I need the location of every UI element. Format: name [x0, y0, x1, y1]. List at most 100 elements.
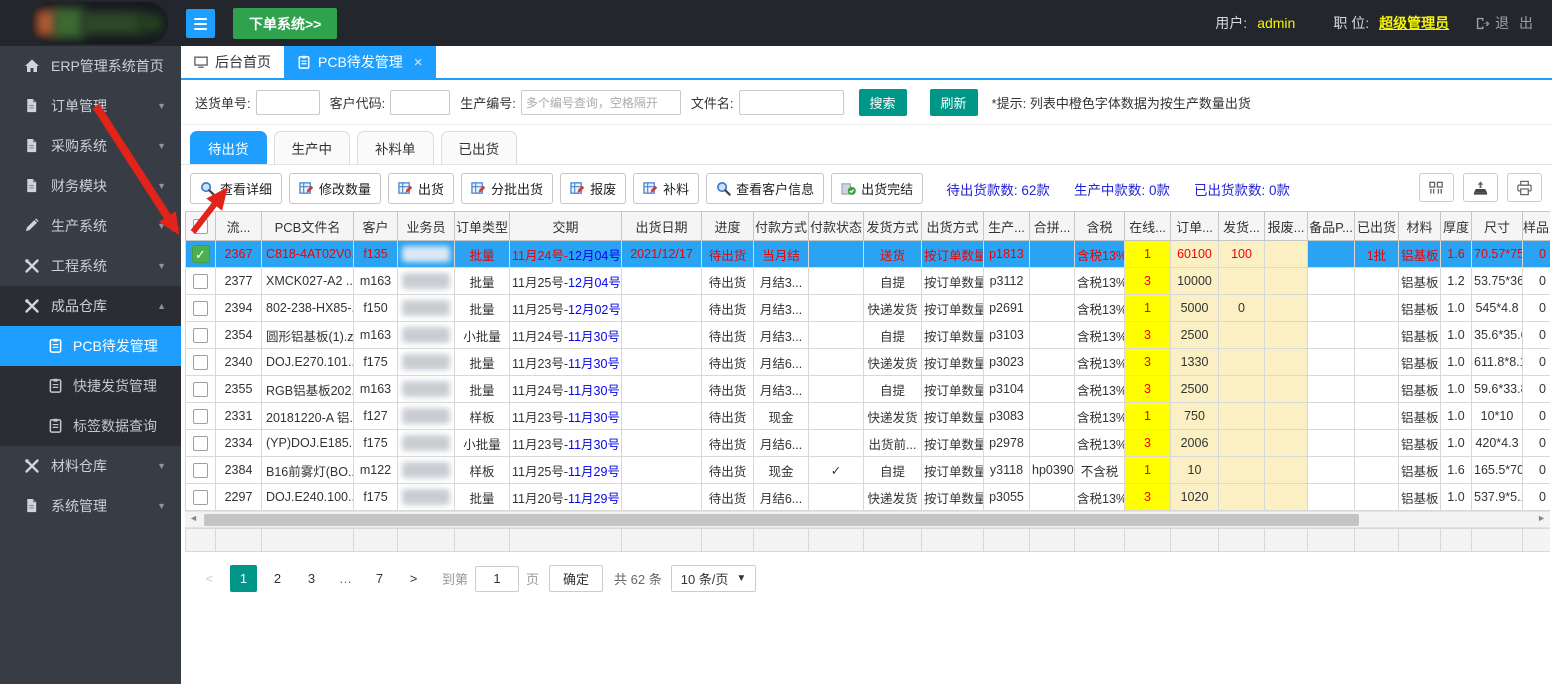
export-icon: [1472, 180, 1489, 196]
search-button[interactable]: 搜索: [858, 89, 907, 116]
toolbar-button-补料[interactable]: 补料: [633, 173, 700, 204]
cell-file: DOJ.E270.101...: [261, 348, 354, 376]
role-value[interactable]: 超级管理员: [1379, 13, 1449, 33]
table-row[interactable]: 2354圆形铝基板(1).zipm163 小批量11月24号-11月30号 待出货月…: [185, 321, 1550, 349]
row-checkbox[interactable]: [193, 408, 208, 424]
row-checkbox[interactable]: [193, 300, 208, 316]
row-checkbox[interactable]: [193, 327, 208, 343]
summary-cell: [808, 528, 864, 552]
tab-label: PCB待发管理: [318, 54, 403, 70]
filter-input-1[interactable]: [255, 90, 320, 115]
table-row[interactable]: 2384 B16前雾灯(BO... m122 样板 11月25号-11月29号 待出货 现金…: [185, 456, 1550, 484]
sidebar-item-采购系统[interactable]: 采购系统 ▼: [0, 126, 181, 166]
toolbar-button-出货完结[interactable]: 出货完结: [831, 173, 924, 204]
refresh-button[interactable]: 刷新: [929, 89, 978, 116]
page-button-7[interactable]: 7: [366, 565, 393, 592]
sidebar-item-系统管理[interactable]: 系统管理 ▼: [0, 486, 181, 526]
cell-pay_status: [808, 429, 864, 457]
next-page-button[interactable]: >: [400, 565, 427, 592]
home-icon: [24, 58, 40, 74]
table-row[interactable]: 2355 RGB铝基板202... m163 批量 11月24号-11月30号 待出货 月结…: [185, 375, 1550, 403]
table-row[interactable]: 2377 XMCK027-A2 ... m163 批量 11月25号-12月04号 待出货…: [185, 267, 1550, 295]
summary-cell: [1029, 528, 1075, 552]
cell-shipped: [1354, 375, 1399, 403]
cell-customer: f150: [353, 294, 398, 322]
order-system-button[interactable]: 下单系统>>: [233, 8, 338, 39]
row-checkbox[interactable]: [193, 435, 208, 451]
toolbar-button-报废[interactable]: 报废: [560, 173, 627, 204]
page-button-3[interactable]: 3: [298, 565, 325, 592]
row-checkbox[interactable]: [193, 273, 208, 289]
button-label: 报废: [590, 182, 617, 197]
toolbar-button-出货[interactable]: 出货: [388, 173, 455, 204]
sidebar-item-工程系统[interactable]: 工程系统 ▼: [0, 246, 181, 286]
sidebar-item-快捷发货管理[interactable]: 快捷发货管理: [0, 366, 181, 406]
table-row[interactable]: 2340 DOJ.E270.101... f175 批量 11月23号-11月30号 待出…: [185, 348, 1550, 376]
row-checkbox[interactable]: [193, 489, 208, 505]
tab-pcb-shipping[interactable]: PCB待发管理 ×: [284, 46, 436, 78]
filter-input-3[interactable]: [520, 90, 681, 115]
table-row[interactable]: 2334 (YP)DOJ.E185... f175 小批量 11月23号-11月30号 待…: [185, 429, 1550, 457]
filter-input-2[interactable]: [390, 90, 451, 115]
scroll-left-arrow[interactable]: ◄: [189, 513, 198, 523]
toolbar-button-查看详细[interactable]: 查看详细: [190, 173, 283, 204]
select-all-checkbox[interactable]: [193, 218, 208, 234]
sidebar-item-生产系统[interactable]: 生产系统 ▼: [0, 206, 181, 246]
page-button-2[interactable]: 2: [264, 565, 291, 592]
main-content: 后台首页 PCB待发管理 × 送货单号: 客户代码: 生产编号: 文件名: 搜索 刷新…: [181, 46, 1552, 684]
columns-button[interactable]: [1419, 173, 1454, 202]
row-checkbox[interactable]: [193, 354, 208, 370]
scroll-right-arrow[interactable]: ►: [1537, 513, 1546, 523]
cell-prod: p3103: [983, 321, 1030, 349]
summary-row: [185, 528, 1550, 552]
subtab-待出货[interactable]: 待出货: [190, 131, 267, 164]
sidebar-item-ERP管理系统首页[interactable]: ERP管理系统首页: [0, 46, 181, 86]
sidebar-item-材料仓库[interactable]: 材料仓库 ▼: [0, 446, 181, 486]
table-row[interactable]: 2331 20181220-A 铝... f127 样板 11月23号-11月30号 待出…: [185, 402, 1550, 430]
filter-label: 送货单号:: [195, 96, 251, 111]
cell-progress: 待出货: [701, 267, 754, 295]
cell-ship_qty: 0: [1218, 294, 1265, 322]
page-button-1[interactable]: 1: [230, 565, 257, 592]
row-checkbox[interactable]: [193, 381, 208, 397]
page-size-select[interactable]: 10 条/页 ▼: [670, 565, 757, 592]
close-icon[interactable]: ×: [414, 54, 423, 71]
scrollbar-thumb[interactable]: [204, 514, 1359, 526]
menu-toggle-button[interactable]: [186, 9, 215, 38]
toolbar-button-修改数量[interactable]: 修改数量: [289, 173, 382, 204]
goto-page-input[interactable]: [475, 565, 520, 592]
sidebar-item-PCB待发管理[interactable]: PCB待发管理: [0, 326, 181, 366]
filter-input-4[interactable]: [738, 90, 844, 115]
summary-stats: 待出货款数: 62款 生产中款数: 0款 已出货款数: 0款: [946, 179, 1290, 199]
redacted-text: [402, 354, 450, 370]
cell-material: 铝基板: [1398, 375, 1441, 403]
subtab-补料单[interactable]: 补料单: [357, 131, 434, 164]
logout-button[interactable]: 退 出: [1475, 13, 1536, 33]
sidebar-item-订单管理[interactable]: 订单管理 ▼: [0, 86, 181, 126]
cell-prod: p1813: [983, 240, 1030, 268]
table-row[interactable]: ✓ 2367 C818-4AT02V0... f135 批量 11月24号-12月04号 2…: [185, 240, 1550, 268]
sidebar-item-label: 工程系统: [51, 258, 107, 274]
cell-ship_date: [621, 294, 702, 322]
row-checkbox[interactable]: [193, 462, 208, 478]
table-row[interactable]: 2297 DOJ.E240.100... f175 批量 11月20号-11月29号 待出…: [185, 483, 1550, 511]
cell-size: 537.9*5.1: [1471, 483, 1523, 511]
sidebar-item-标签数据查询[interactable]: 标签数据查询: [0, 406, 181, 446]
subtab-已出货[interactable]: 已出货: [440, 131, 517, 164]
subtab-生产中[interactable]: 生产中: [273, 131, 350, 164]
print-button[interactable]: [1507, 173, 1542, 202]
row-checkbox[interactable]: ✓: [191, 245, 210, 263]
sidebar-item-成品仓库[interactable]: 成品仓库 ▲: [0, 286, 181, 326]
export-button[interactable]: [1463, 173, 1498, 202]
cell-ship_qty: [1218, 429, 1265, 457]
sidebar-item-财务模块[interactable]: 财务模块 ▼: [0, 166, 181, 206]
cell-id: 2384: [215, 456, 262, 484]
cell-prod: y3118: [983, 456, 1030, 484]
toolbar-button-查看客户信息[interactable]: 查看客户信息: [706, 173, 825, 204]
toolbar-button-分批出货[interactable]: 分批出货: [461, 173, 554, 204]
confirm-page-button[interactable]: 确定: [549, 565, 604, 592]
prev-page-button[interactable]: <: [196, 565, 223, 592]
tab-backend-home[interactable]: 后台首页: [181, 46, 284, 78]
table-row[interactable]: 2394 802-238-HX85-... f150 批量 11月25号-12月02号 待…: [185, 294, 1550, 322]
summary-cell: [863, 528, 922, 552]
